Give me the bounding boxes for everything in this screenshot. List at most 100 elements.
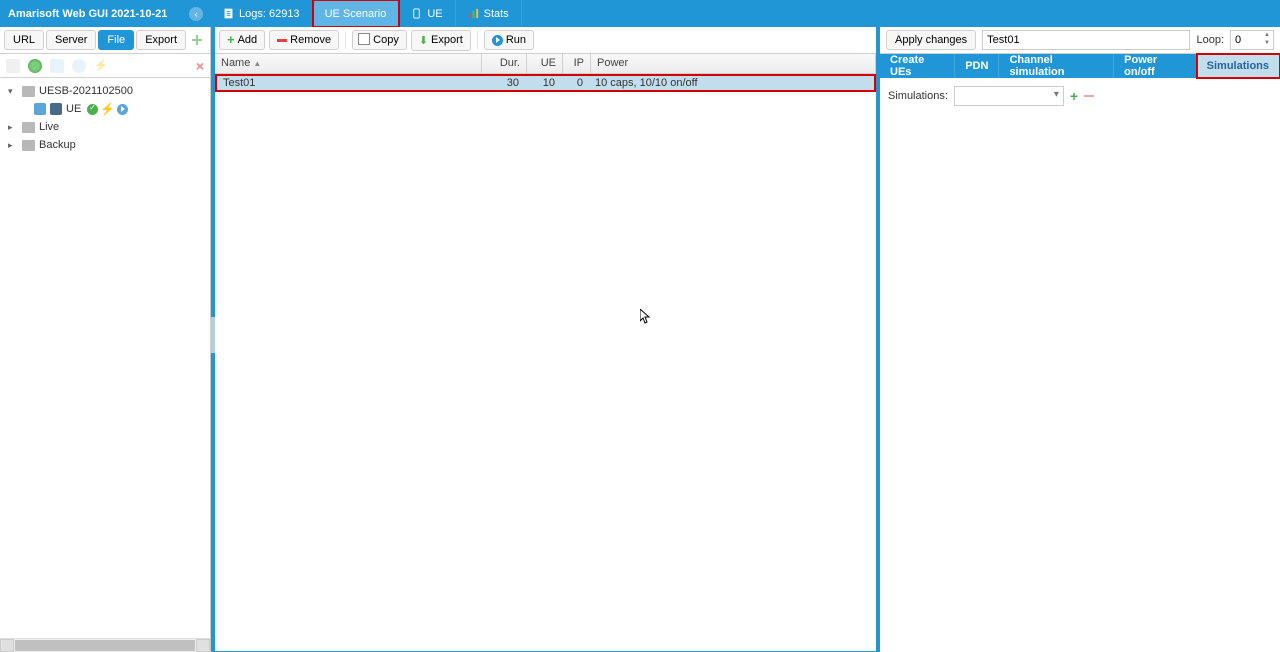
col-power-header[interactable]: Power [591,54,876,73]
col-dur-header[interactable]: Dur. [482,54,527,73]
loop-label: Loop: [1196,34,1224,46]
cell-power: 10 caps, 10/10 on/off [589,76,874,90]
tab-stats[interactable]: Stats [456,0,522,27]
run-icon [492,35,503,46]
scenario-grid-header: Name▲ Dur. UE IP Power [215,54,876,74]
left-toolbar: URL Server File Export [0,27,210,54]
scenario-toolbar: +Add Remove Copy ⬇Export Run [215,27,876,54]
collapse-left-panel-button[interactable]: ‹ [189,7,203,21]
simulations-row: Simulations: + [888,86,1272,106]
properties-topbar: Apply changes Loop: ▲ ▼ [880,27,1280,54]
export-button[interactable]: Export [136,30,186,50]
main-tabs: Logs: 62913 UE Scenario UE Stats [211,0,1280,27]
add-connection-icon[interactable] [188,31,206,49]
tree-hscrollbar[interactable] [0,638,210,652]
server-button[interactable]: Server [46,30,96,50]
tab-ue-label: UE [427,8,442,20]
tree-root-label: UESB-2021102500 [39,85,133,97]
tab-power-onoff[interactable]: Power on/off [1114,54,1197,78]
scenario-name-input[interactable] [982,30,1190,50]
download-icon: ⬇ [419,34,428,47]
play-badge-icon [117,104,128,115]
reload-icon[interactable] [72,59,86,73]
col-name-label: Name [221,57,250,69]
plus-icon: + [227,35,235,45]
run-button[interactable]: Run [484,30,534,50]
properties-body: Simulations: + [880,78,1280,652]
scroll-left-icon[interactable] [0,639,14,652]
table-row[interactable]: Test01 30 10 0 10 caps, 10/10 on/off [215,74,876,92]
tab-stats-label: Stats [484,8,509,20]
tab-simulations[interactable]: Simulations [1197,54,1280,78]
ue-status-badges: ⚡ [87,102,128,116]
ue-badge2-icon [50,103,62,115]
col-ip-header[interactable]: IP [563,54,591,73]
refresh-icon[interactable] [6,59,20,73]
ue-icon [411,8,422,19]
left-panel: URL Server File Export ⚡ × ▾ UESB-202110… [0,27,211,652]
simulations-label: Simulations: [888,90,948,102]
remove-label: Remove [290,34,331,46]
sort-asc-icon: ▲ [253,59,261,68]
config-tree: ▾ UESB-2021102500 UE ⚡ ▸ Live ▸ Backup [0,78,210,638]
tree-iconbar: ⚡ × [0,54,210,78]
loop-spinner: ▲ ▼ [1230,30,1274,50]
play-icon[interactable]: ⚡ [94,59,108,73]
tab-logs[interactable]: Logs: 62913 [211,0,313,27]
check-ok-icon [87,104,98,115]
tree-backup-label: Backup [39,139,76,151]
folder-icon [22,122,35,133]
separator [345,31,346,49]
scroll-thumb[interactable] [15,640,195,651]
remove-simulation-icon[interactable] [1084,95,1094,97]
spinner-arrows: ▲ ▼ [1262,32,1272,48]
remove-button[interactable]: Remove [269,30,339,50]
lightning-icon: ⚡ [100,102,115,116]
spin-up-icon[interactable]: ▲ [1262,32,1272,40]
properties-tabs: Create UEs PDN Channel simulation Power … [880,54,1280,78]
tab-create-ues[interactable]: Create UEs [880,54,955,78]
tab-ue-scenario[interactable]: UE Scenario [313,0,400,27]
tree-live[interactable]: ▸ Live [0,118,210,136]
scenario-panel: +Add Remove Copy ⬇Export Run Name▲ Dur. … [211,27,880,652]
export-label: Export [431,34,463,46]
copy-button[interactable]: Copy [352,30,407,50]
expand-toggle-icon[interactable]: ▾ [8,86,18,97]
file-button[interactable]: File [98,30,134,50]
col-ue-header[interactable]: UE [527,54,563,73]
simulations-combo[interactable] [954,86,1064,106]
col-name-header[interactable]: Name▲ [215,54,482,73]
cube-icon[interactable] [50,59,64,73]
add-button[interactable]: +Add [219,30,265,50]
export-scenario-button[interactable]: ⬇Export [411,30,471,51]
scenario-grid-body: Test01 30 10 0 10 caps, 10/10 on/off [215,74,876,651]
tab-ue[interactable]: UE [399,0,455,27]
properties-panel: Apply changes Loop: ▲ ▼ Create UEs PDN C… [880,27,1280,652]
title-bar: Amarisoft Web GUI 2021-10-21 ‹ [0,0,211,27]
cell-dur: 30 [480,76,525,90]
tree-root[interactable]: ▾ UESB-2021102500 [0,82,210,100]
minus-icon [277,39,287,42]
tab-channel-simulation[interactable]: Channel simulation [999,54,1114,78]
close-icon[interactable]: × [196,58,204,74]
app-title: Amarisoft Web GUI 2021-10-21 [8,8,167,20]
scroll-right-icon[interactable] [196,639,210,652]
separator [477,31,478,49]
ue-badge-icon [34,103,46,115]
expand-toggle-icon[interactable]: ▸ [8,122,18,133]
status-ok-icon[interactable] [28,59,42,73]
apply-changes-button[interactable]: Apply changes [886,30,976,50]
spin-down-icon[interactable]: ▼ [1262,40,1272,48]
copy-label: Copy [373,34,399,46]
tree-ue-node[interactable]: UE ⚡ [0,100,210,118]
cell-name: Test01 [217,76,480,90]
expand-toggle-icon[interactable]: ▸ [8,140,18,151]
url-button[interactable]: URL [4,30,44,50]
tab-ue-scenario-label: UE Scenario [325,8,387,20]
tree-live-label: Live [39,121,59,133]
tab-pdn[interactable]: PDN [955,54,999,78]
cursor-icon [640,309,652,328]
add-simulation-icon[interactable]: + [1070,88,1078,104]
folder-icon [22,86,35,97]
tree-backup[interactable]: ▸ Backup [0,136,210,154]
